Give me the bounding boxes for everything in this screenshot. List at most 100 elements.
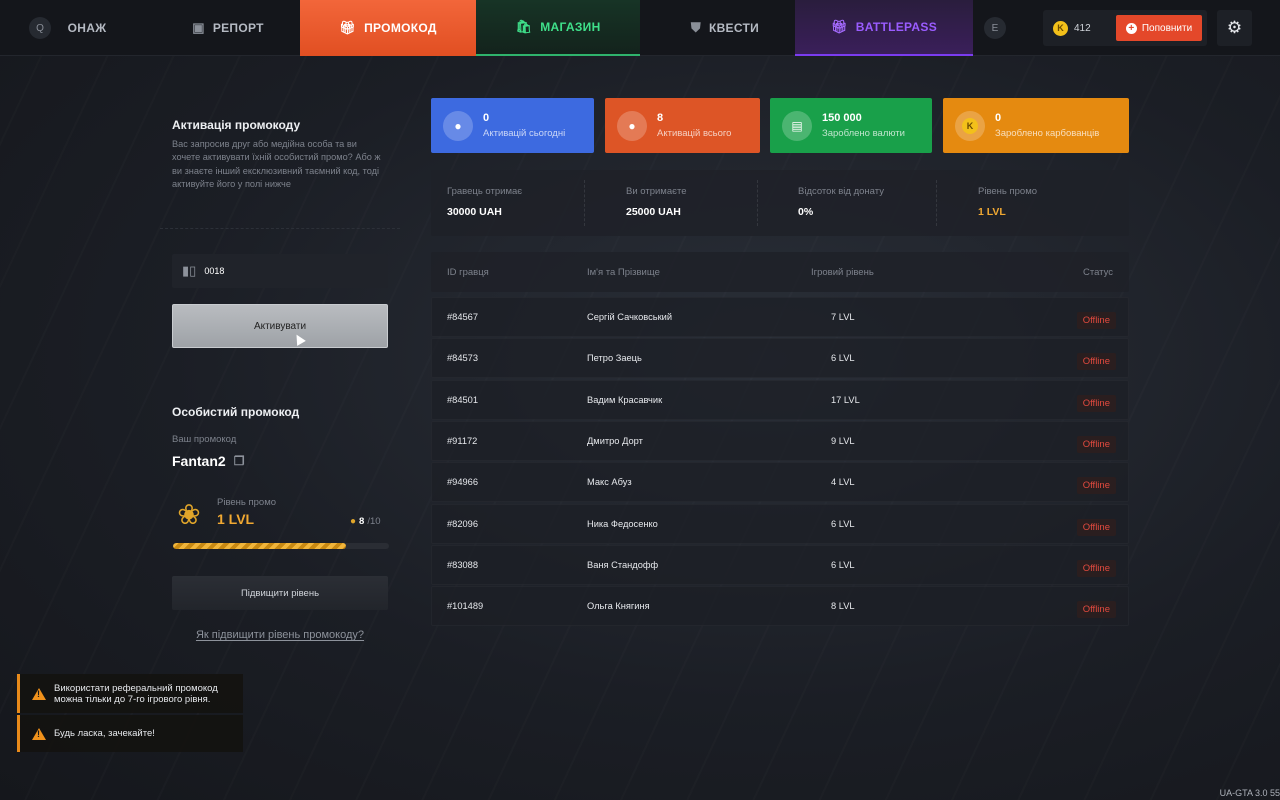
player-level-cell: 8 LVL bbox=[831, 601, 855, 612]
promo-progress-fill bbox=[173, 543, 346, 549]
info-player-gets: Гравець отримає 30000 UAH bbox=[447, 170, 522, 236]
gift-icon: 🎁︎ bbox=[830, 19, 848, 34]
balance-amount: 412 bbox=[1074, 22, 1091, 34]
player-name-cell: Вадим Красавчик bbox=[587, 394, 663, 405]
player-level-cell: 17 LVL bbox=[831, 394, 860, 405]
top-navigation: Q ОНАЖ ▣ РЕПОРТ 🎁︎ ПРОМОКОД 🛍︎ МАГАЗИН ⛊… bbox=[0, 0, 1280, 56]
coin-icon: K bbox=[1053, 20, 1068, 36]
stat-card-currency: ▤ 150 000 Зароблено валюти bbox=[770, 98, 932, 153]
toast-text: Будь ласка, зачекайте! bbox=[54, 728, 155, 739]
player-level-cell: 6 LVL bbox=[831, 518, 855, 529]
how-to-upgrade-link[interactable]: Як підвищити рівень промокоду? bbox=[172, 629, 388, 641]
tab-report[interactable]: ▣ РЕПОРТ bbox=[178, 0, 278, 56]
player-name-cell: Петро Заець bbox=[587, 353, 642, 364]
activate-button[interactable]: Активувати bbox=[172, 304, 388, 348]
info-label: Рівень промо bbox=[978, 186, 1038, 197]
your-code-value: Fantan2 bbox=[172, 453, 226, 469]
gear-icon: ⚙ bbox=[1226, 18, 1243, 37]
info-label: Відсоток від донату bbox=[798, 186, 884, 197]
table-header: ID гравця Ім'я та Прізвище Ігровий рівен… bbox=[431, 252, 1129, 292]
table-row: #94966 Макс Абуз 4 LVL Offline bbox=[431, 462, 1129, 503]
status-badge: Offline bbox=[1076, 312, 1116, 329]
player-id-cell: #84567 bbox=[447, 312, 479, 322]
tab-battlepass-label: BATTLEPASS bbox=[855, 20, 938, 34]
tab-character[interactable]: ОНАЖ bbox=[52, 0, 122, 56]
status-badge: Offline bbox=[1076, 518, 1116, 536]
key-hint-e: E bbox=[984, 17, 1006, 39]
tab-report-label: РЕПОРТ bbox=[212, 21, 264, 35]
stat-label: Активацій всього bbox=[657, 128, 732, 139]
column-header-level: Ігровий рівень bbox=[811, 267, 874, 278]
coin-icon: K bbox=[955, 110, 985, 141]
player-level-cell: 7 LVL bbox=[831, 312, 855, 322]
info-value: 0% bbox=[798, 206, 814, 218]
money-icon: ▤ bbox=[782, 110, 812, 141]
tab-promocode-label: ПРОМОКОД bbox=[364, 21, 437, 35]
table-row: #84567 Сергій Сачковський 7 LVL Offline bbox=[431, 297, 1129, 337]
settings-button[interactable]: ⚙ bbox=[1217, 10, 1252, 46]
stat-value: 8 bbox=[657, 112, 664, 124]
stat-card-today: ● 0 Активацій сьогодні bbox=[431, 98, 594, 153]
tab-shop-label: МАГАЗИН bbox=[540, 20, 601, 34]
player-id-cell: #101489 bbox=[447, 601, 484, 612]
tab-quests-label: КВЕСТИ bbox=[708, 21, 760, 35]
player-name-cell: Макс Абуз bbox=[587, 477, 632, 488]
column-header-name: Ім'я та Прізвище bbox=[587, 267, 660, 278]
player-level-cell: 4 LVL bbox=[831, 477, 855, 488]
version-label: UA-GTA 3.0 55 bbox=[1219, 788, 1280, 798]
player-level-cell: 9 LVL bbox=[831, 435, 855, 446]
activation-title: Активація промокоду bbox=[172, 118, 301, 132]
personal-promo-title: Особистий промокод bbox=[172, 405, 300, 419]
stat-label: Зароблено карбованців bbox=[995, 128, 1100, 139]
stat-label: Зароблено валюти bbox=[822, 128, 905, 139]
user-add-icon: ● bbox=[617, 110, 647, 141]
topup-button[interactable]: + Поповнити bbox=[1116, 15, 1202, 41]
user-icon: ● bbox=[443, 110, 473, 141]
player-id-cell: #83088 bbox=[447, 559, 479, 570]
info-donate-percent: Відсоток від донату 0% bbox=[798, 170, 884, 236]
promo-progress-bar bbox=[173, 543, 389, 549]
trophy-icon: ⛊ bbox=[690, 20, 701, 35]
warning-icon bbox=[32, 727, 46, 740]
table-row: #82096 Ника Федосенко 6 LVL Offline bbox=[431, 503, 1129, 544]
info-value: 30000 UAH bbox=[447, 206, 502, 218]
info-value: 25000 UAH bbox=[626, 206, 681, 218]
divider bbox=[936, 180, 937, 226]
activations-max: /10 bbox=[367, 516, 381, 527]
activation-description: Вас запросив друг або медійна особа та в… bbox=[172, 139, 381, 190]
your-code-label: Ваш промокод bbox=[172, 434, 237, 445]
player-id-cell: #84573 bbox=[447, 353, 479, 364]
tab-shop[interactable]: 🛍︎ МАГАЗИН bbox=[476, 0, 640, 56]
table-row: #91172 Дмитро Дорт 9 LVL Offline bbox=[431, 420, 1129, 461]
player-level-cell: 6 LVL bbox=[831, 353, 855, 364]
status-badge: Offline bbox=[1076, 559, 1116, 577]
laurel-icon: ❀ bbox=[177, 499, 201, 530]
toast-warning: Використати реферальний промокод можна т… bbox=[17, 674, 243, 713]
table-row: #84501 Вадим Красавчик 17 LVL Offline bbox=[431, 379, 1129, 420]
stat-value: 150 000 bbox=[822, 112, 862, 124]
promocode-input[interactable]: ▮▯ 0018 bbox=[172, 254, 388, 288]
divider bbox=[757, 180, 758, 226]
player-name-cell: Ваня Стандофф bbox=[587, 559, 659, 570]
gift-icon: 🎁︎ bbox=[339, 20, 357, 35]
activations-count: 8 bbox=[359, 516, 365, 527]
topup-label: Поповнити bbox=[1141, 22, 1193, 34]
stat-label: Активацій сьогодні bbox=[483, 128, 566, 139]
status-badge: Offline bbox=[1076, 477, 1116, 495]
plus-icon: + bbox=[1125, 22, 1137, 34]
upgrade-level-button[interactable]: Підвищити рівень bbox=[172, 576, 388, 610]
stat-card-karbovantsi: K 0 Зароблено карбованців bbox=[943, 98, 1129, 153]
stat-card-total: ● 8 Активацій всього bbox=[605, 98, 760, 153]
tab-promocode[interactable]: 🎁︎ ПРОМОКОД bbox=[300, 0, 476, 56]
activations-counter: ● 8 /10 bbox=[350, 516, 381, 527]
stat-value: 0 bbox=[483, 112, 490, 124]
info-you-get: Ви отримаєте 25000 UAH bbox=[626, 170, 687, 236]
promo-level-value: 1 LVL bbox=[217, 511, 255, 527]
player-level-cell: 6 LVL bbox=[831, 559, 855, 570]
tab-quests[interactable]: ⛊ КВЕСТИ bbox=[660, 0, 790, 56]
copy-icon[interactable]: ❐ bbox=[234, 454, 245, 468]
tab-battlepass[interactable]: 🎁︎ BATTLEPASS bbox=[795, 0, 973, 56]
bag-icon: 🛍︎ bbox=[515, 19, 533, 34]
info-promo-level: Рівень промо 1 LVL bbox=[978, 170, 1037, 236]
player-name-cell: Дмитро Дорт bbox=[587, 435, 643, 446]
